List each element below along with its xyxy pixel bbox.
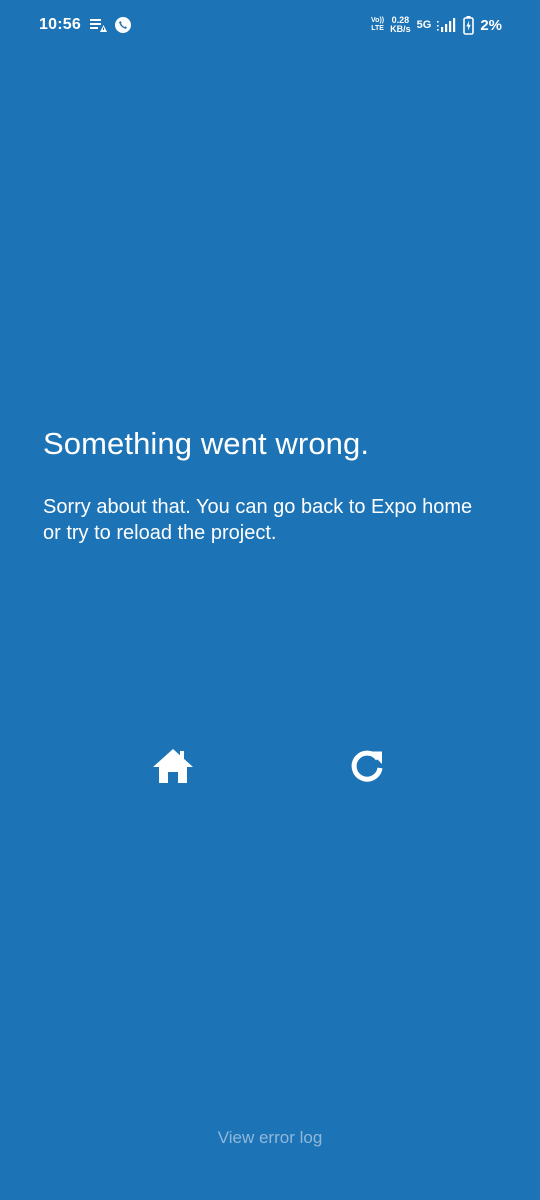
volte-bottom: LTE [371, 25, 384, 32]
clock: 10:56 [39, 16, 81, 33]
status-left: 10:56 [39, 14, 131, 36]
error-message: Sorry about that. You can go back to Exp… [43, 496, 473, 544]
volte-indicator: Vo)) LTE [371, 17, 384, 33]
network-type: 5G [416, 19, 432, 31]
home-icon [152, 748, 194, 789]
volte-top: Vo)) [371, 17, 385, 24]
error-screen: 10:56 Vo)) LTE 0.28 KB/s 5G 2% Something… [0, 0, 540, 1200]
phone-call-icon [114, 17, 131, 33]
data-saver-icon [89, 17, 107, 33]
reload-button[interactable] [339, 740, 395, 796]
view-error-log-link[interactable]: View error log [0, 1128, 540, 1148]
battery-charging-icon [463, 15, 475, 35]
battery-percent: 2% [480, 16, 502, 34]
status-right: Vo)) LTE 0.28 KB/s 5G 2% [371, 12, 502, 38]
go-home-button[interactable] [145, 740, 201, 796]
net-speed-unit: KB/s [390, 24, 411, 34]
signal-icon [437, 17, 457, 33]
status-bar: 10:56 Vo)) LTE 0.28 KB/s 5G 2% [0, 0, 540, 50]
reload-icon [349, 748, 385, 789]
network-speed: 0.28 KB/s [390, 16, 411, 34]
error-title: Something went wrong. [43, 426, 370, 461]
